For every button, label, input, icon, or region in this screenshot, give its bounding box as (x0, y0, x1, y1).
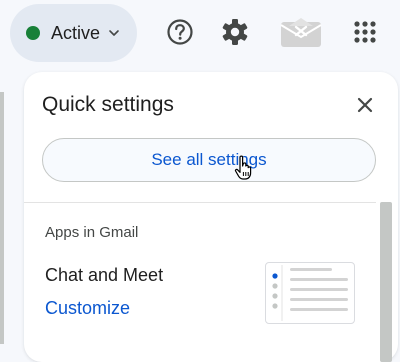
left-edge-strip (0, 92, 4, 344)
scrollbar[interactable] (380, 202, 392, 362)
apps-grid-icon[interactable] (348, 14, 382, 50)
status-chip[interactable]: Active (10, 4, 137, 62)
customize-link[interactable]: Customize (45, 298, 130, 319)
divider (24, 202, 376, 203)
quick-settings-panel: Quick settings See all settings Apps in … (24, 72, 398, 362)
chat-and-meet-label: Chat and Meet (45, 265, 164, 285)
envelope-icon[interactable] (279, 14, 323, 50)
status-label: Active (51, 22, 101, 43)
section-label: Apps in Gmail (45, 224, 139, 241)
status-active-dot (26, 26, 40, 40)
see-all-settings-button[interactable]: See all settings (42, 138, 376, 182)
apps-layout-preview (265, 262, 355, 324)
hand-pointer-cursor (234, 155, 254, 181)
close-icon[interactable] (354, 94, 376, 116)
settings-gear-icon[interactable] (218, 14, 252, 50)
help-icon[interactable] (163, 14, 197, 50)
panel-title: Quick settings (42, 93, 174, 116)
chevron-down-icon (108, 27, 120, 39)
